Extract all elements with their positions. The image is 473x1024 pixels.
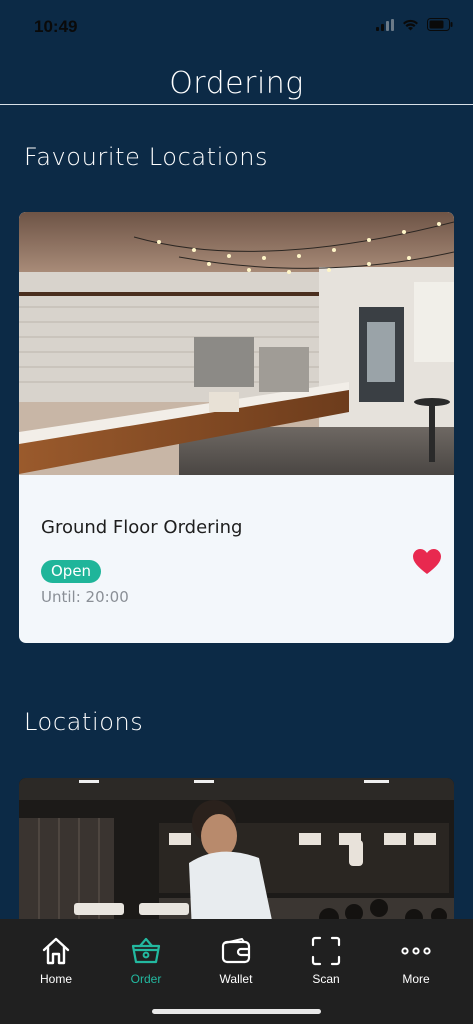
opening-hours: Until: 20:00 — [41, 588, 129, 606]
battery-icon — [427, 18, 453, 31]
tab-wallet[interactable]: Wallet — [191, 919, 281, 999]
home-icon — [42, 937, 70, 965]
more-icon — [401, 947, 431, 955]
home-indicator — [152, 1009, 321, 1014]
open-status-badge: Open — [41, 560, 102, 583]
cafe-interior-photo — [19, 212, 454, 475]
tab-scan[interactable]: Scan — [281, 919, 371, 999]
tab-wallet-label: Wallet — [219, 972, 253, 986]
cellular-signal-icon — [376, 18, 394, 31]
tab-order[interactable]: Order — [101, 919, 191, 999]
favourite-location-card[interactable]: Ground Floor Ordering Open Until: 20:00 — [19, 212, 454, 643]
bottom-tab-bar: Home Order Wallet Scan More — [0, 919, 473, 1024]
tab-home-label: Home — [39, 972, 72, 986]
locations-heading: Locations — [24, 708, 144, 736]
heart-icon[interactable] — [413, 549, 441, 575]
basket-icon — [131, 937, 161, 964]
header-divider — [0, 104, 473, 105]
wallet-icon — [221, 938, 251, 964]
tab-scan-label: Scan — [312, 972, 340, 986]
favourite-locations-heading: Favourite Locations — [24, 143, 269, 171]
tab-home[interactable]: Home — [11, 919, 101, 999]
status-icons — [376, 18, 453, 31]
status-time: 10:49 — [34, 17, 78, 36]
tab-more-label: More — [402, 972, 430, 986]
status-bar: 10:49 — [0, 0, 473, 54]
page-title: Ordering — [169, 66, 304, 101]
tab-more[interactable]: More — [371, 919, 461, 999]
location-name: Ground Floor Ordering — [41, 517, 243, 538]
tab-order-label: Order — [130, 972, 162, 986]
scan-icon — [311, 936, 341, 966]
wifi-icon — [403, 19, 418, 30]
